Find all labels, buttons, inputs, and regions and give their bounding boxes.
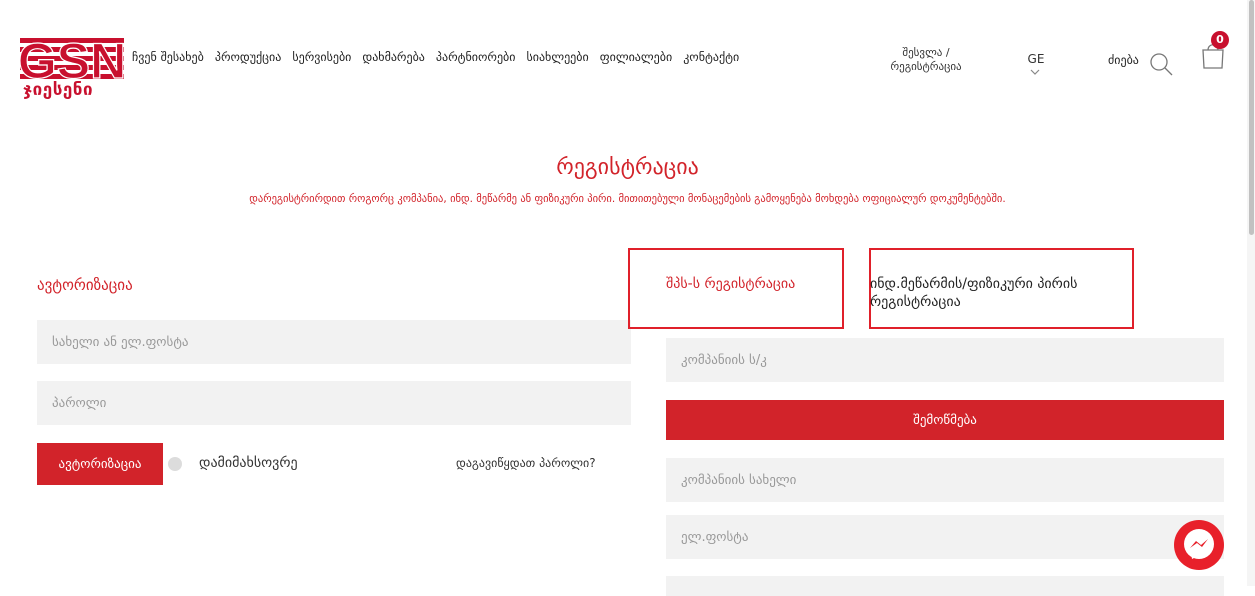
next-input[interactable] <box>666 576 1224 596</box>
username-input[interactable]: სახელი ან ელ.ფოსტა <box>37 320 631 364</box>
login-register-link[interactable]: შესვლა / რეგისტრაცია <box>870 46 982 74</box>
nav-item-services[interactable]: სერვისები <box>292 50 351 64</box>
nav-item-news[interactable]: სიახლეები <box>526 50 588 64</box>
nav-item-about[interactable]: ჩვენ შესახებ <box>132 50 204 64</box>
nav-item-partners[interactable]: პარტნიორები <box>436 50 516 64</box>
tab-individual-registration[interactable]: ინდ.მეწარმის/ფიზიკური პირის რეგისტრაცია <box>870 275 1132 311</box>
search-label[interactable]: ძიება <box>1108 53 1139 67</box>
remember-me-radio[interactable] <box>168 457 182 471</box>
nav-item-contact[interactable]: კონტაქტი <box>683 50 739 64</box>
scrollbar-thumb[interactable] <box>1249 0 1254 235</box>
remember-me-label[interactable]: დამიმახსოვრე <box>199 455 298 471</box>
auth-title: ავტორიზაცია <box>37 276 133 294</box>
logo-subtitle: ჯიესენი <box>23 80 94 100</box>
forgot-password-link[interactable]: დაგავიწყდათ პაროლი? <box>456 456 596 470</box>
nav-item-products[interactable]: პროდუქცია <box>215 50 281 64</box>
cart-count-badge: 0 <box>1211 31 1229 49</box>
auth-button[interactable]: ავტორიზაცია <box>37 443 163 485</box>
page-title: რეგისტრაცია <box>556 155 699 180</box>
page-subtitle: დარეგისტრირდით როგორც კომპანია, ინდ. მეწ… <box>249 193 1006 205</box>
search-icon[interactable] <box>1149 52 1173 76</box>
password-input[interactable]: პაროლი <box>37 381 631 425</box>
main-nav: ჩვენ შესახებ პროდუქცია სერვისები დახმარე… <box>132 50 739 64</box>
language-selector[interactable]: GE <box>1025 52 1047 66</box>
company-id-input[interactable]: კომპანიის ს/კ <box>666 338 1224 382</box>
chevron-down-icon[interactable] <box>1029 68 1041 76</box>
messenger-icon[interactable] <box>1174 520 1224 570</box>
company-name-input[interactable]: კომპანიის სახელი <box>666 458 1224 502</box>
email-input[interactable]: ელ.ფოსტა <box>666 515 1224 559</box>
check-button[interactable]: შემოწმება <box>666 400 1224 440</box>
nav-item-branches[interactable]: ფილიალები <box>600 50 672 64</box>
tab-company-registration[interactable]: შპს-ს რეგისტრაცია <box>666 275 816 293</box>
nav-item-help[interactable]: დახმარება <box>362 50 425 64</box>
